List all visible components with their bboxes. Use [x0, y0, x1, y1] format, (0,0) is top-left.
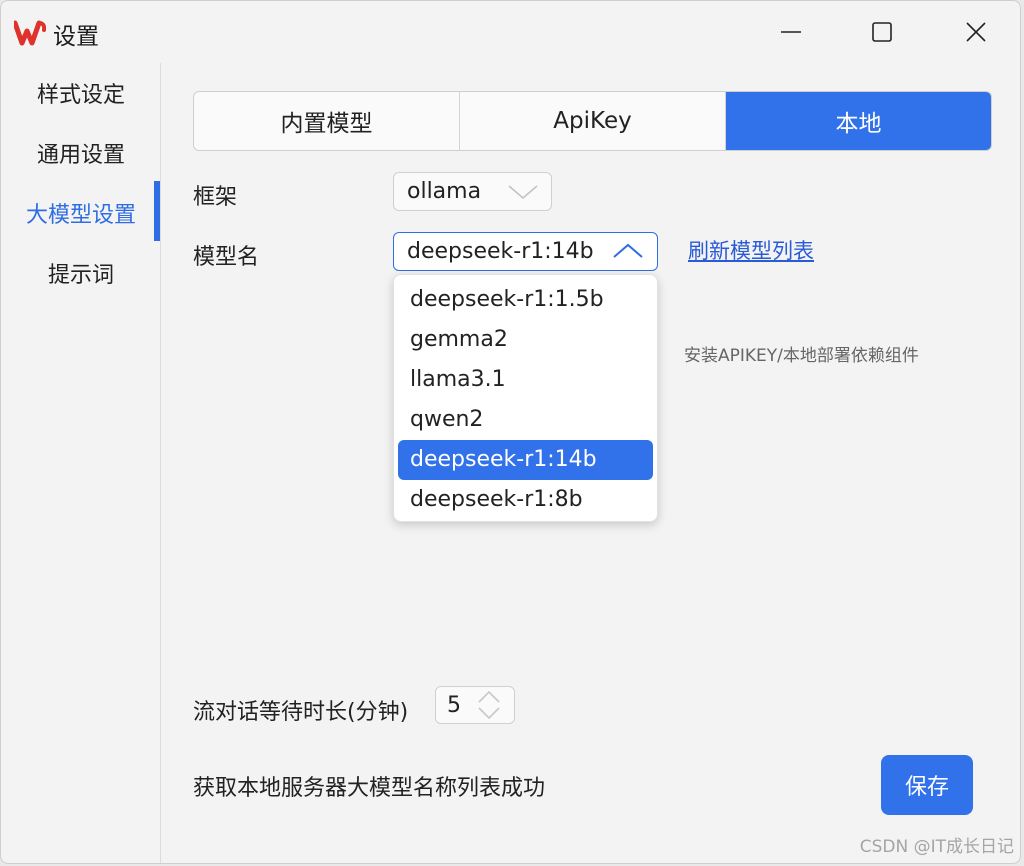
settings-sidebar: 样式设定 通用设置 大模型设置 提示词	[1, 63, 161, 863]
stream-wait-label: 流对话等待时长(分钟)	[193, 700, 409, 725]
chevron-up-icon	[613, 243, 643, 258]
title-bar: 设置	[1, 1, 1020, 63]
tab-builtin-models[interactable]: 内置模型	[194, 92, 460, 150]
refresh-model-list-link[interactable]: 刷新模型列表	[688, 235, 814, 265]
window-title: 设置	[53, 24, 99, 50]
stream-wait-stepper[interactable]: 5	[435, 686, 515, 724]
maximize-icon	[872, 22, 892, 42]
framework-value: ollama	[407, 179, 482, 204]
sidebar-active-indicator	[154, 181, 160, 241]
framework-label: 框架	[193, 185, 238, 210]
tab-local[interactable]: 本地	[726, 92, 991, 150]
wps-logo-icon	[14, 20, 46, 46]
chevron-down-icon	[508, 185, 538, 200]
tab-apikey[interactable]: ApiKey	[460, 92, 726, 150]
watermark: CSDN @IT成长日记	[859, 837, 1014, 857]
minimize-button[interactable]	[768, 9, 814, 55]
model-option[interactable]: qwen2	[398, 400, 653, 440]
model-name-value: deepseek-r1:14b	[407, 239, 594, 264]
sidebar-item-style[interactable]: 样式设定	[1, 77, 161, 109]
model-option[interactable]: deepseek-r1:8b	[398, 480, 653, 520]
model-option-selected[interactable]: deepseek-r1:14b	[398, 440, 653, 480]
close-button[interactable]	[953, 9, 999, 55]
model-name-select[interactable]: deepseek-r1:14b	[393, 232, 658, 271]
model-name-label: 模型名	[193, 245, 260, 270]
model-option[interactable]: llama3.1	[398, 360, 653, 400]
model-dropdown: deepseek-r1:1.5b gemma2 llama3.1 qwen2 d…	[393, 274, 658, 522]
minimize-icon	[781, 31, 801, 33]
main-panel: 内置模型 ApiKey 本地 框架 ollama 模型名 deepseek-r1…	[162, 63, 1020, 863]
model-option[interactable]: gemma2	[398, 320, 653, 360]
sidebar-item-prompts[interactable]: 提示词	[1, 257, 161, 289]
sidebar-item-llm[interactable]: 大模型设置	[1, 197, 161, 229]
framework-select[interactable]: ollama	[393, 172, 552, 211]
settings-window: 设置 样式设定 通用设置 大模型设置 提示词 内置模型 ApiKey 本地 框架…	[0, 0, 1021, 864]
sidebar-item-general[interactable]: 通用设置	[1, 137, 161, 169]
maximize-button[interactable]	[859, 9, 905, 55]
stepper-arrows-icon[interactable]	[476, 689, 502, 721]
save-button[interactable]: 保存	[881, 755, 973, 815]
stream-wait-value: 5	[447, 693, 461, 718]
status-message: 获取本地服务器大模型名称列表成功	[193, 776, 546, 801]
dependency-hint: 安装APIKEY/本地部署依赖组件	[684, 346, 919, 366]
model-source-tabs: 内置模型 ApiKey 本地	[193, 91, 992, 151]
close-icon	[966, 22, 986, 42]
model-option[interactable]: deepseek-r1:1.5b	[398, 280, 653, 320]
